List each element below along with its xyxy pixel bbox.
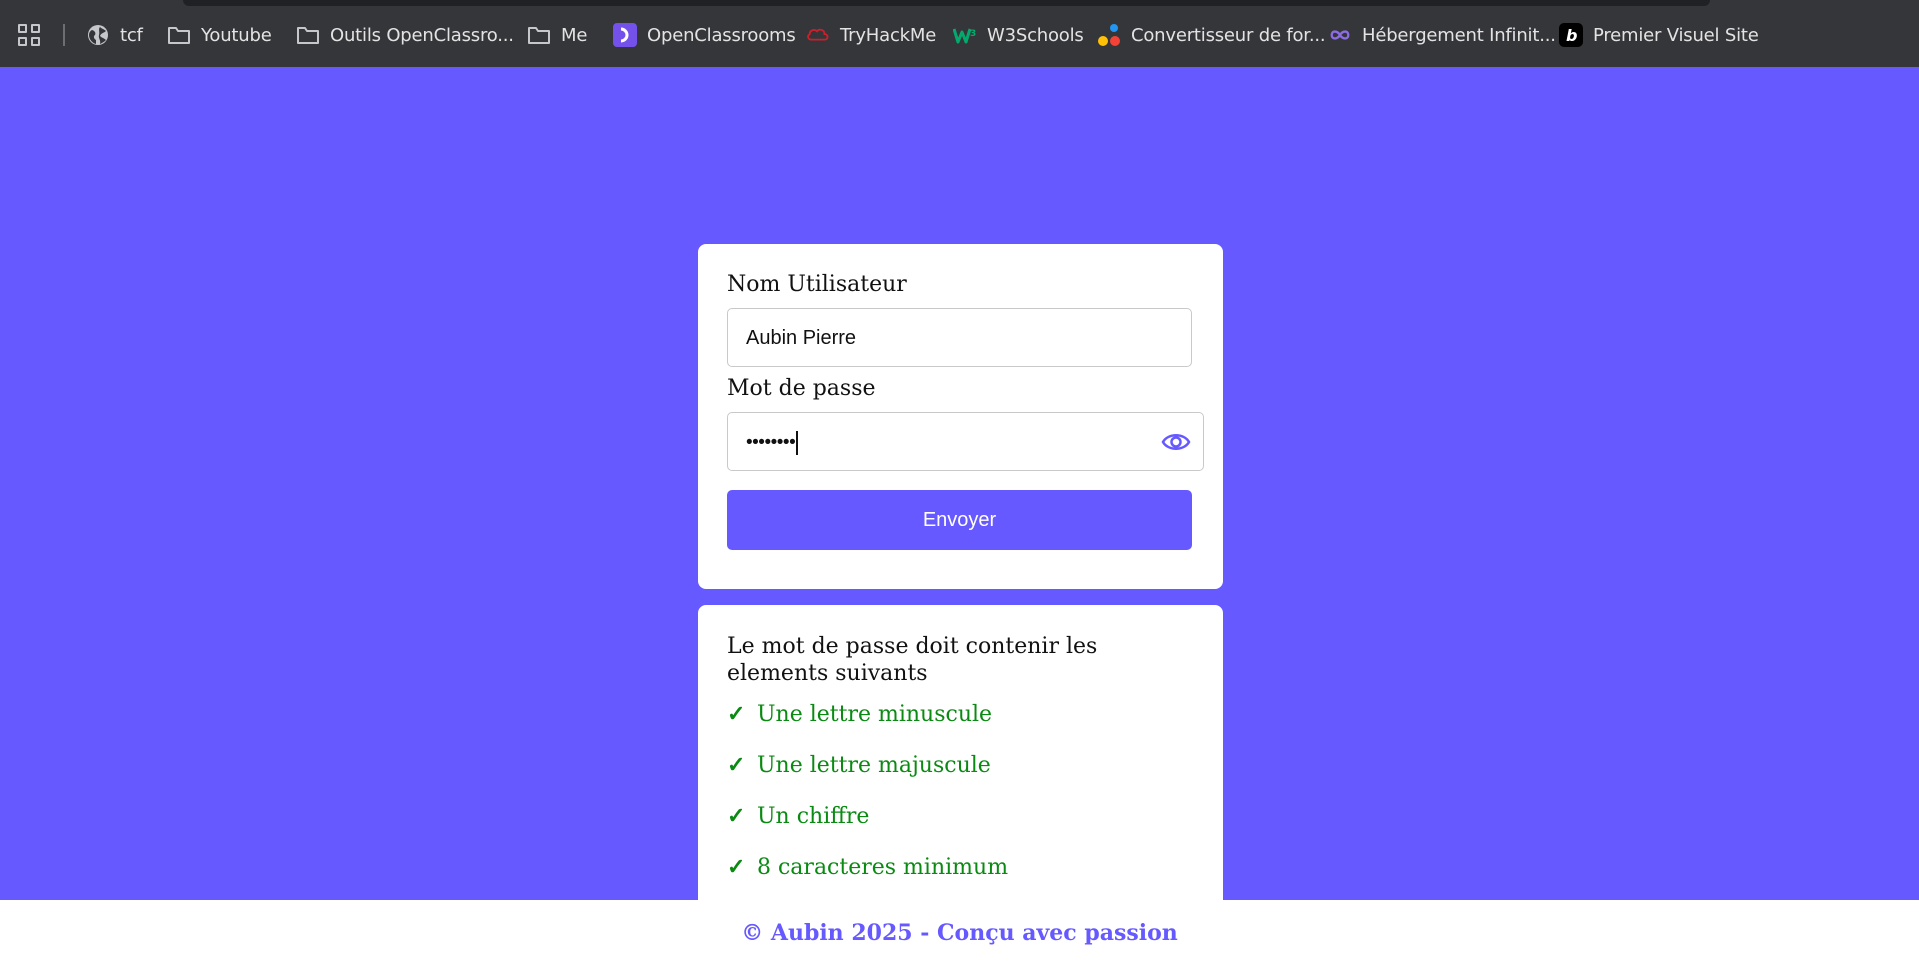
- globe-icon: [86, 24, 110, 46]
- requirements-title: Le mot de passe doit contenir les elemen…: [727, 634, 1098, 686]
- password-input[interactable]: ••••••••: [727, 412, 1204, 471]
- requirement-lowercase: ✓ Une lettre minuscule: [727, 701, 992, 727]
- bookmarks-bar: tcf Youtube Outils OpenClassro... Me Ope…: [0, 0, 1919, 67]
- page-content: Nom Utilisateur Aubin Pierre Mot de pass…: [0, 67, 1919, 922]
- bookmark-premier-visuel[interactable]: b Premier Visuel Site: [1559, 23, 1759, 47]
- apps-grid-icon[interactable]: [18, 24, 40, 46]
- bookmarks-separator: [63, 24, 65, 46]
- bookmark-label: tcf: [120, 24, 143, 46]
- password-requirements-card: Le mot de passe doit contenir les elemen…: [698, 605, 1223, 922]
- bookmark-label: Youtube: [201, 24, 272, 46]
- bookmark-label: Me: [561, 24, 588, 46]
- bookmark-hebergement[interactable]: Hébergement Infinit...: [1328, 23, 1556, 47]
- username-input[interactable]: Aubin Pierre: [727, 308, 1192, 367]
- svg-text:b: b: [1566, 26, 1577, 45]
- folder-icon: [167, 24, 191, 46]
- bookmark-label: Convertisseur de for...: [1131, 24, 1326, 46]
- openclassrooms-logo-icon: [613, 23, 637, 47]
- dots-logo-icon: [1097, 24, 1121, 46]
- bookmark-tryhackme[interactable]: TryHackMe: [806, 23, 936, 47]
- checkmark-icon: ✓: [727, 752, 746, 778]
- bookmark-label: Hébergement Infinit...: [1362, 24, 1556, 46]
- bookmark-label: W3Schools: [987, 24, 1084, 46]
- password-label: Mot de passe: [727, 376, 876, 401]
- requirement-digit: ✓ Un chiffre: [727, 803, 869, 829]
- username-label: Nom Utilisateur: [727, 272, 907, 297]
- bookmark-outils-openclassrooms[interactable]: Outils OpenClassro...: [296, 23, 514, 47]
- tab-strip-edge: [183, 0, 1710, 6]
- requirement-label: Une lettre minuscule: [757, 701, 993, 727]
- password-value: ••••••••: [746, 432, 796, 453]
- svg-text:3: 3: [970, 29, 976, 39]
- w3schools-logo-icon: 3: [953, 24, 977, 46]
- requirement-uppercase: ✓ Une lettre majuscule: [727, 752, 991, 778]
- text-cursor: [796, 430, 799, 455]
- requirement-label: 8 caracteres minimum: [757, 854, 1009, 880]
- bookmark-label: OpenClassrooms: [647, 24, 796, 46]
- username-value: Aubin Pierre: [746, 327, 857, 349]
- bookmark-convertisseur[interactable]: Convertisseur de for...: [1097, 23, 1326, 47]
- bookmark-label: Premier Visuel Site: [1593, 24, 1759, 46]
- checkmark-icon: ✓: [727, 854, 746, 880]
- requirement-label: Un chiffre: [757, 803, 870, 829]
- requirement-min-length: ✓ 8 caracteres minimum: [727, 854, 1008, 880]
- bookmark-youtube[interactable]: Youtube: [167, 23, 272, 47]
- footer-text: © Aubin 2025 - Conçu avec passion: [741, 919, 1178, 946]
- b-logo-icon: b: [1559, 23, 1583, 47]
- bookmark-tcf[interactable]: tcf: [86, 23, 143, 47]
- bookmark-me[interactable]: Me: [527, 23, 587, 47]
- show-password-eye-icon[interactable]: [1161, 430, 1191, 454]
- requirement-label: Une lettre majuscule: [757, 752, 991, 778]
- footer: © Aubin 2025 - Conçu avec passion: [0, 900, 1919, 965]
- tryhackme-logo-icon: [806, 24, 830, 46]
- bookmark-label: TryHackMe: [840, 24, 937, 46]
- folder-icon: [296, 24, 320, 46]
- bookmark-openclassrooms[interactable]: OpenClassrooms: [613, 23, 796, 47]
- login-form-card: Nom Utilisateur Aubin Pierre Mot de pass…: [698, 244, 1223, 589]
- infinity-icon: [1328, 24, 1352, 46]
- bookmark-label: Outils OpenClassro...: [330, 24, 514, 46]
- submit-button[interactable]: Envoyer: [727, 490, 1192, 550]
- checkmark-icon: ✓: [727, 803, 746, 829]
- folder-icon: [527, 24, 551, 46]
- checkmark-icon: ✓: [727, 701, 746, 727]
- bookmark-w3schools[interactable]: 3 W3Schools: [953, 23, 1084, 47]
